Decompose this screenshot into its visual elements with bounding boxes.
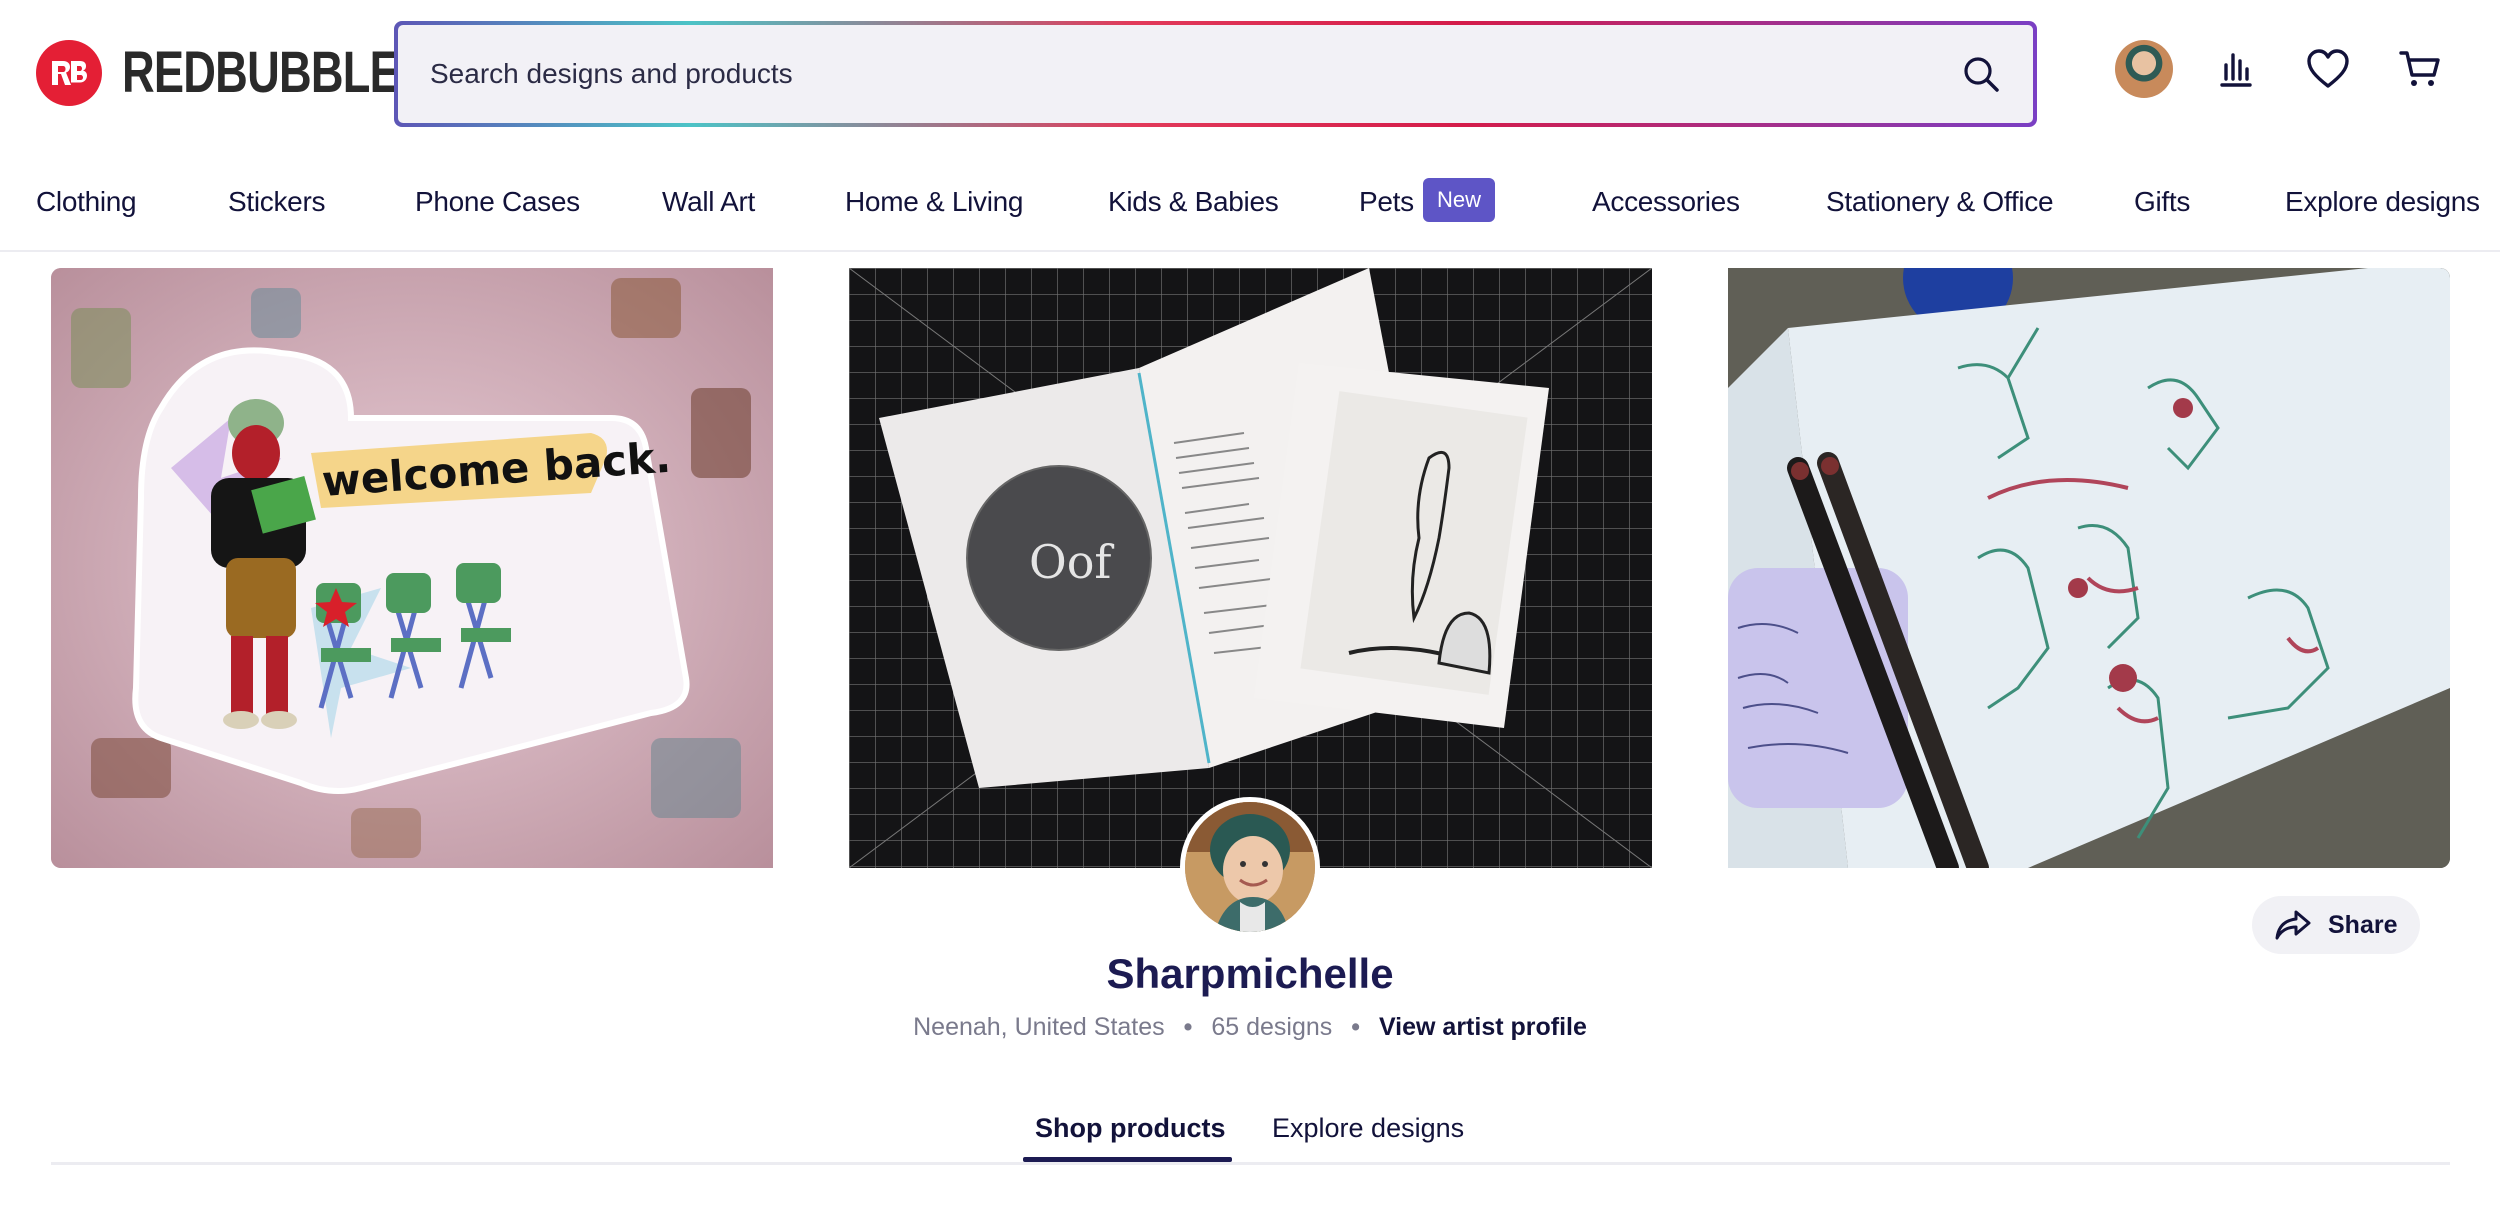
- artist-avatar[interactable]: [1180, 797, 1320, 937]
- nav-phone-cases[interactable]: Phone Cases: [415, 186, 580, 218]
- nav-gifts[interactable]: Gifts: [2134, 186, 2190, 218]
- banner-image-sticker: welcome back.: [51, 268, 773, 868]
- site-header: REDBUBBLE: [0, 0, 2500, 150]
- category-nav: Clothing Stickers Phone Cases Wall Art H…: [0, 150, 2500, 252]
- nav-kids-babies[interactable]: Kids & Babies: [1108, 186, 1279, 218]
- nav-wall-art[interactable]: Wall Art: [662, 186, 755, 218]
- meta-separator: •: [1351, 1013, 1360, 1041]
- search-icon: [1964, 57, 1999, 92]
- cart-button[interactable]: [2391, 40, 2449, 98]
- tab-explore-designs[interactable]: Explore designs: [1272, 1113, 1464, 1144]
- profile-tabs: Shop products Explore designs: [51, 1095, 2450, 1165]
- artist-name: Sharpmichelle: [1106, 950, 1394, 997]
- analytics-icon: [2220, 53, 2252, 87]
- analytics-button[interactable]: [2207, 40, 2265, 98]
- search-box: [398, 25, 2033, 123]
- search-input[interactable]: [428, 57, 1957, 91]
- artist-location: Neenah, United States: [913, 1013, 1165, 1041]
- new-badge: New: [1423, 178, 1496, 222]
- nav-stickers[interactable]: Stickers: [228, 186, 325, 218]
- nav-clothing[interactable]: Clothing: [36, 186, 137, 218]
- share-button[interactable]: Share: [2252, 896, 2420, 954]
- cart-icon: [2399, 51, 2440, 86]
- tab-shop-products[interactable]: Shop products: [1035, 1113, 1226, 1144]
- nav-home-living[interactable]: Home & Living: [845, 186, 1023, 218]
- brand-name: REDBUBBLE: [122, 40, 400, 105]
- artist-meta: Neenah, United States • 65 designs • Vie…: [0, 1013, 2500, 1042]
- view-artist-profile-link[interactable]: View artist profile: [1379, 1013, 1587, 1041]
- user-avatar[interactable]: [2115, 40, 2173, 98]
- active-tab-indicator: [1023, 1157, 1232, 1162]
- meta-separator: •: [1183, 1013, 1193, 1041]
- artist-banner: welcome back. Oof: [0, 268, 2500, 868]
- zine-word: Oof: [1029, 535, 1114, 589]
- search-bar: [394, 21, 2037, 127]
- nav-explore-designs[interactable]: Explore designs: [2285, 186, 2480, 218]
- favorites-button[interactable]: [2299, 40, 2357, 98]
- heart-icon: [2307, 49, 2349, 88]
- search-button[interactable]: [1957, 50, 2005, 98]
- banner-image-sketchbook: [1728, 268, 2450, 868]
- share-label: Share: [2328, 910, 2398, 939]
- nav-stationery-office[interactable]: Stationery & Office: [1826, 186, 2054, 218]
- banner-image-zine: Oof: [849, 268, 1652, 868]
- nav-accessories[interactable]: Accessories: [1592, 186, 1740, 218]
- design-count: 65 designs: [1211, 1013, 1333, 1041]
- share-arrow-icon: [2275, 910, 2311, 940]
- nav-pets[interactable]: Pets: [1359, 186, 1414, 218]
- header-actions: [2115, 40, 2449, 98]
- redbubble-logo-icon: [36, 40, 102, 106]
